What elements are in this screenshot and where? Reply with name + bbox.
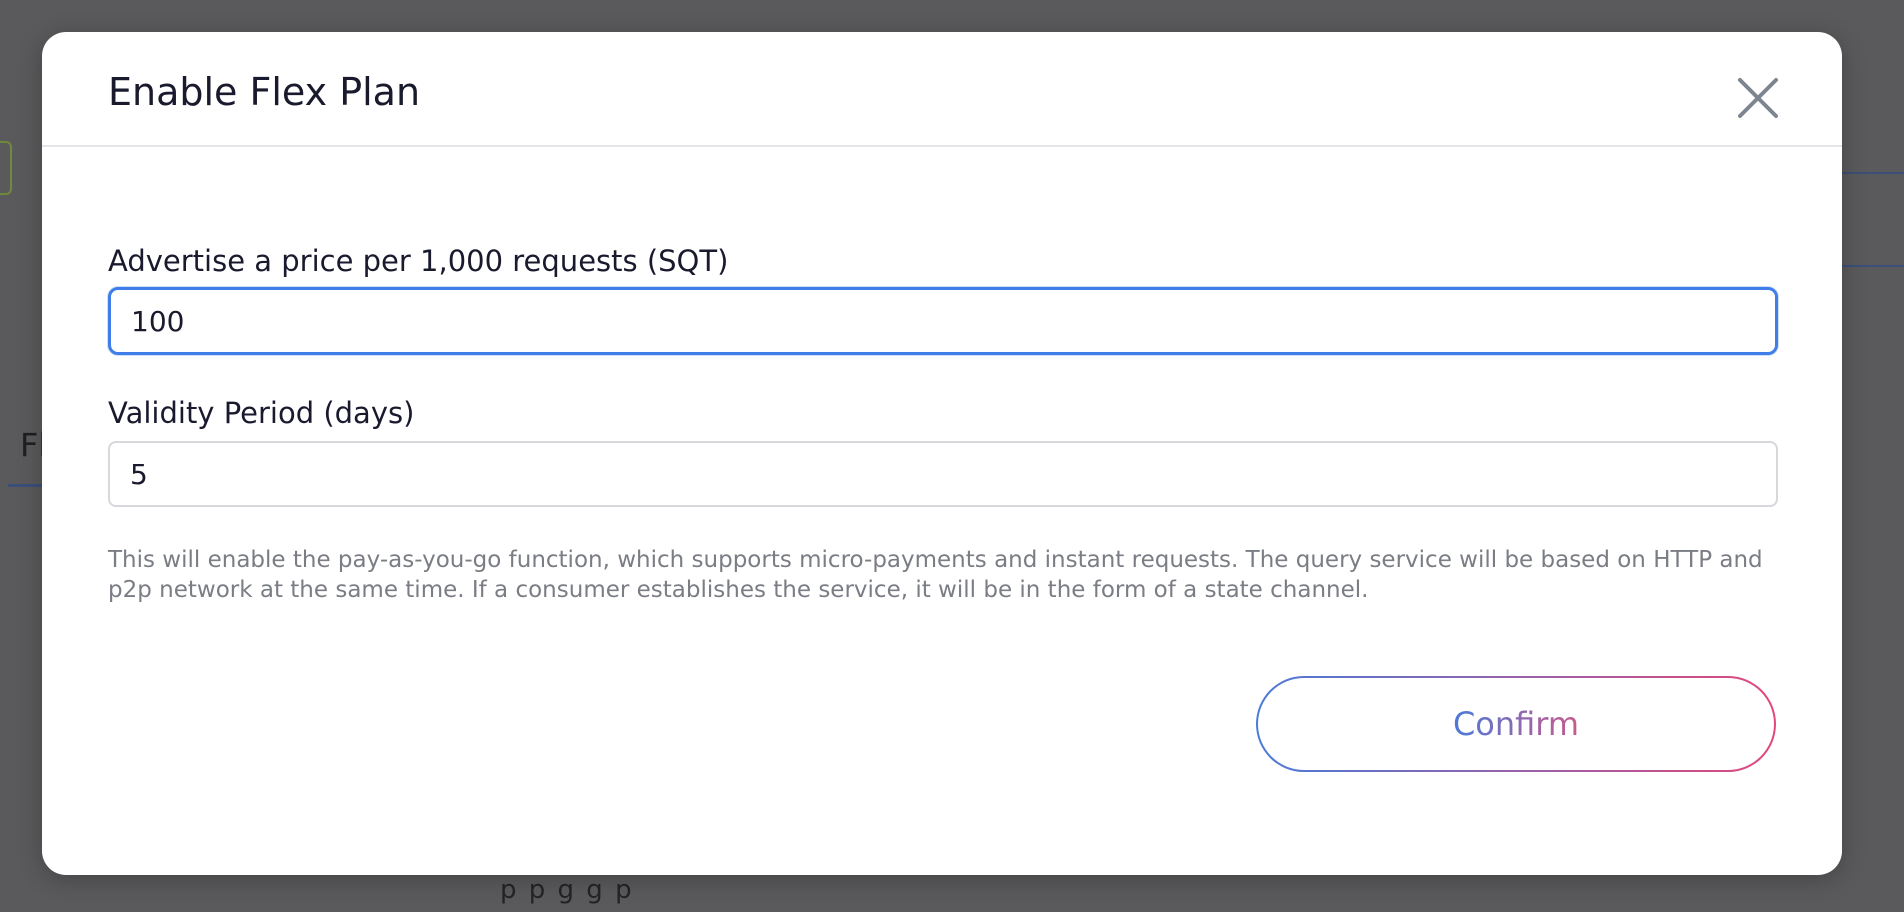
close-button[interactable] xyxy=(1732,72,1784,124)
flex-plan-modal: Enable Flex Plan Advertise a price per 1… xyxy=(42,32,1842,875)
price-field-label: Advertise a price per 1,000 requests (SQ… xyxy=(108,244,729,278)
confirm-button-label: Confirm xyxy=(1452,705,1580,743)
confirm-button[interactable]: Confirm xyxy=(1256,676,1776,772)
modal-header: Enable Flex Plan xyxy=(42,32,1842,147)
flex-plan-description: This will enable the pay-as-you-go funct… xyxy=(108,547,1763,603)
validity-field-label: Validity Period (days) xyxy=(108,396,415,430)
background-text: p p g g p xyxy=(500,875,634,905)
close-icon xyxy=(1738,78,1778,118)
validity-period-input[interactable] xyxy=(108,441,1778,507)
price-input[interactable] xyxy=(108,287,1778,355)
background-divider xyxy=(1842,172,1904,174)
background-status-chip xyxy=(0,141,12,195)
modal-title: Enable Flex Plan xyxy=(108,70,421,114)
background-divider xyxy=(1842,265,1904,267)
